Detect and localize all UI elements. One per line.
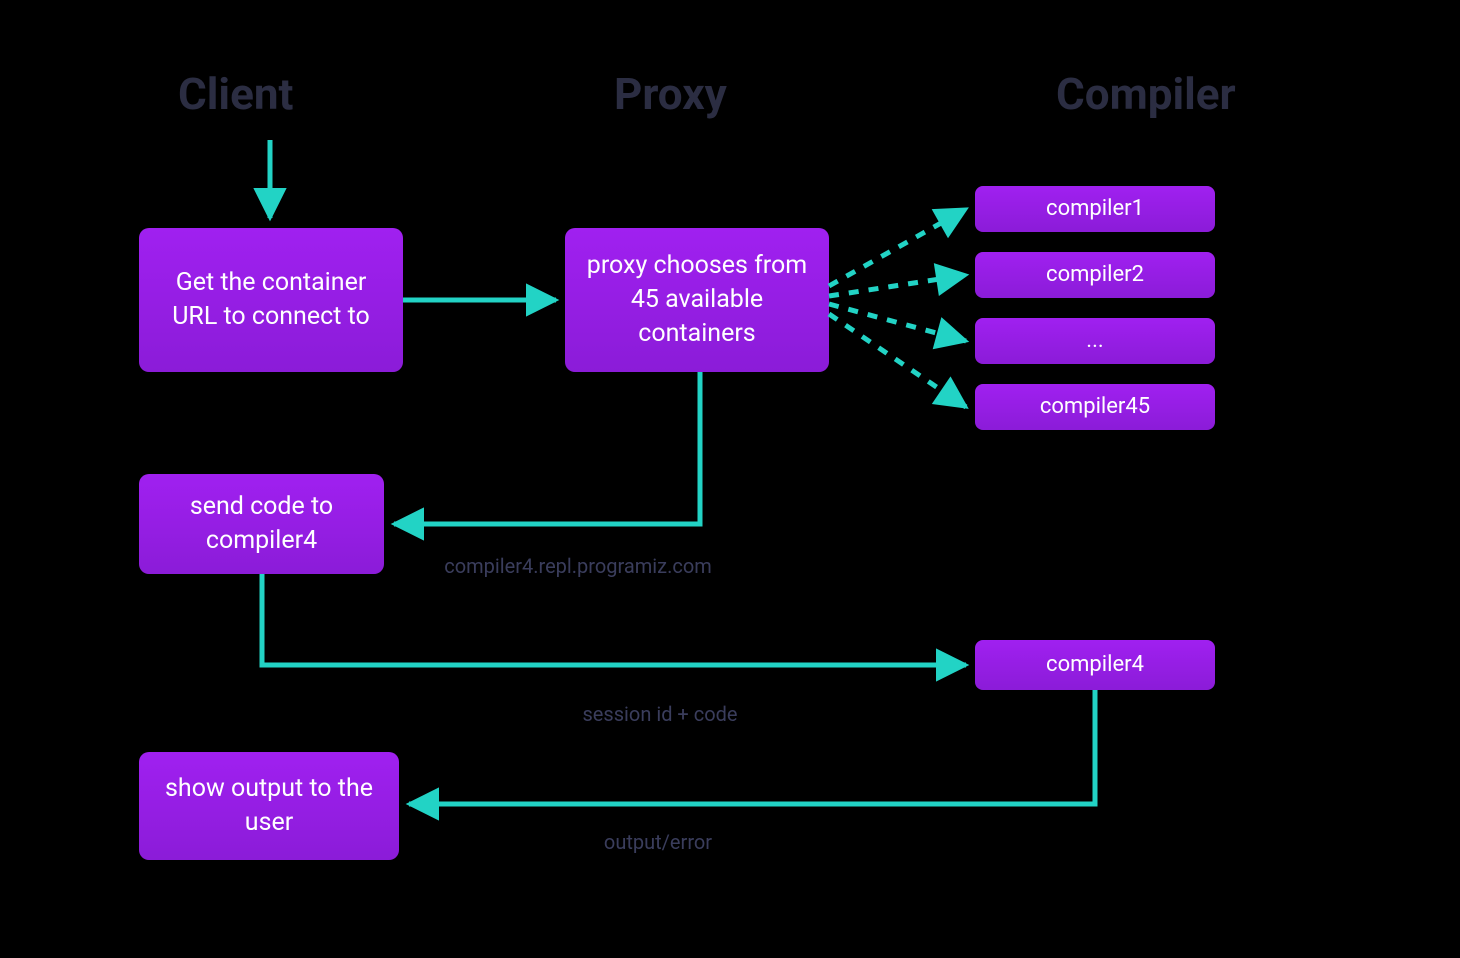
arrow-send-to-compiler4 bbox=[262, 574, 966, 665]
edge-label-output: output/error bbox=[558, 830, 758, 854]
edge-label-url: compiler4.repl.programiz.com bbox=[408, 554, 748, 578]
node-compiler-2: compiler2 bbox=[975, 252, 1215, 298]
heading-compiler: Compiler bbox=[1056, 68, 1236, 120]
arrow-proxy-to-compiler-dots bbox=[829, 304, 966, 341]
edge-label-session: session id + code bbox=[520, 702, 800, 726]
node-compiler-45: compiler45 bbox=[975, 384, 1215, 430]
arrow-proxy-to-send bbox=[394, 372, 700, 524]
arrow-proxy-to-compiler45 bbox=[829, 314, 966, 407]
heading-client: Client bbox=[178, 68, 293, 120]
node-client-show-output: show output to the user bbox=[139, 752, 399, 860]
node-compiler-ellipsis: ... bbox=[975, 318, 1215, 364]
node-client-get-url: Get the container URL to connect to bbox=[139, 228, 403, 372]
arrow-proxy-to-compiler1 bbox=[829, 209, 966, 286]
node-compiler-4: compiler4 bbox=[975, 640, 1215, 690]
node-client-send-code: send code to compiler4 bbox=[139, 474, 384, 574]
node-compiler-1: compiler1 bbox=[975, 186, 1215, 232]
node-proxy-choose: proxy chooses from 45 available containe… bbox=[565, 228, 829, 372]
arrow-proxy-to-compiler2 bbox=[829, 275, 966, 296]
heading-proxy: Proxy bbox=[614, 68, 727, 120]
